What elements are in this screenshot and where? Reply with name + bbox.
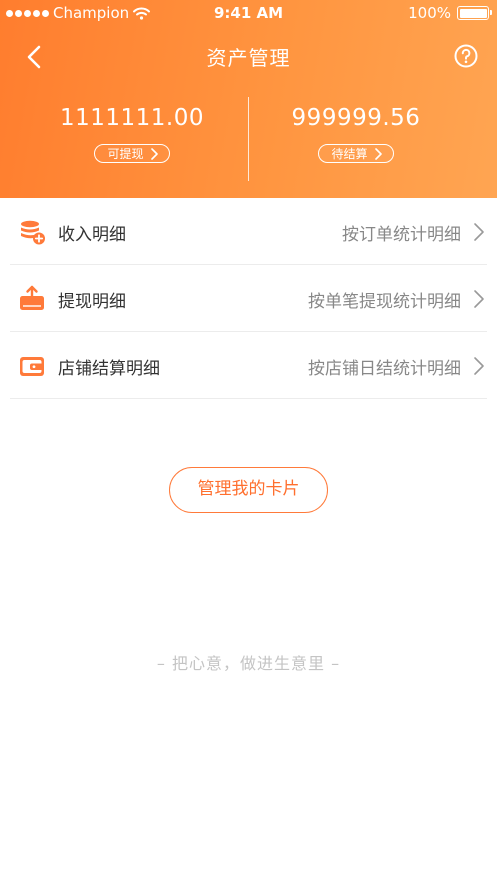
withdraw-detail-desc: 按单笔提现统计明细 bbox=[308, 292, 461, 312]
pending-label: 待结算 bbox=[331, 147, 368, 161]
chevron-right-icon bbox=[474, 223, 484, 241]
withdraw-detail-row[interactable]: 提现明细 按单笔提现统计明细 bbox=[10, 265, 487, 332]
help-button[interactable] bbox=[453, 43, 479, 69]
chevron-right-icon bbox=[374, 147, 382, 160]
income-detail-row[interactable]: 收入明细 按订单统计明细 bbox=[10, 198, 487, 265]
detail-list: 收入明细 按订单统计明细 提现明细 按单笔提现统计明细 店铺结算明细 按店铺日结… bbox=[0, 198, 497, 399]
withdrawable-balance: 1111111.00 可提现 bbox=[16, 100, 248, 163]
chevron-right-icon bbox=[474, 290, 484, 308]
income-detail-desc: 按订单统计明细 bbox=[342, 225, 461, 245]
manage-cards-button[interactable]: 管理我的卡片 bbox=[169, 467, 328, 513]
balance-divider bbox=[248, 97, 249, 181]
slogan-text: – 把心意，做进生意里 – bbox=[156, 654, 341, 673]
store-settlement-desc: 按店铺日结统计明细 bbox=[308, 359, 461, 379]
battery-percent: 100% bbox=[408, 4, 451, 22]
nav-bar: 资产管理 bbox=[0, 34, 497, 78]
withdraw-upload-icon bbox=[20, 285, 44, 310]
pending-balance: 999999.56 待结算 bbox=[250, 100, 462, 163]
income-detail-label: 收入明细 bbox=[58, 225, 126, 245]
withdraw-detail-label: 提现明细 bbox=[58, 292, 126, 312]
chevron-right-icon bbox=[150, 147, 158, 160]
battery-icon bbox=[457, 6, 492, 20]
pending-amount: 999999.56 bbox=[291, 105, 421, 131]
pending-button[interactable]: 待结算 bbox=[318, 144, 394, 163]
coin-stack-add-icon bbox=[21, 220, 45, 245]
store-settlement-row[interactable]: 店铺结算明细 按店铺日结统计明细 bbox=[10, 332, 487, 399]
status-bar-right: 100% bbox=[408, 4, 492, 22]
withdrawable-label: 可提现 bbox=[107, 147, 144, 161]
header: Champion 9:41 AM 100% 资产管理 1111111.00 可提… bbox=[0, 0, 497, 198]
status-bar: Champion 9:41 AM 100% bbox=[0, 0, 497, 28]
store-settlement-label: 店铺结算明细 bbox=[58, 359, 160, 379]
withdrawable-amount: 1111111.00 bbox=[59, 105, 204, 131]
question-circle-icon bbox=[454, 44, 478, 68]
chevron-right-icon bbox=[474, 357, 484, 375]
withdrawable-button[interactable]: 可提现 bbox=[94, 144, 170, 163]
wallet-icon bbox=[20, 357, 44, 376]
page-title: 资产管理 bbox=[206, 46, 291, 70]
